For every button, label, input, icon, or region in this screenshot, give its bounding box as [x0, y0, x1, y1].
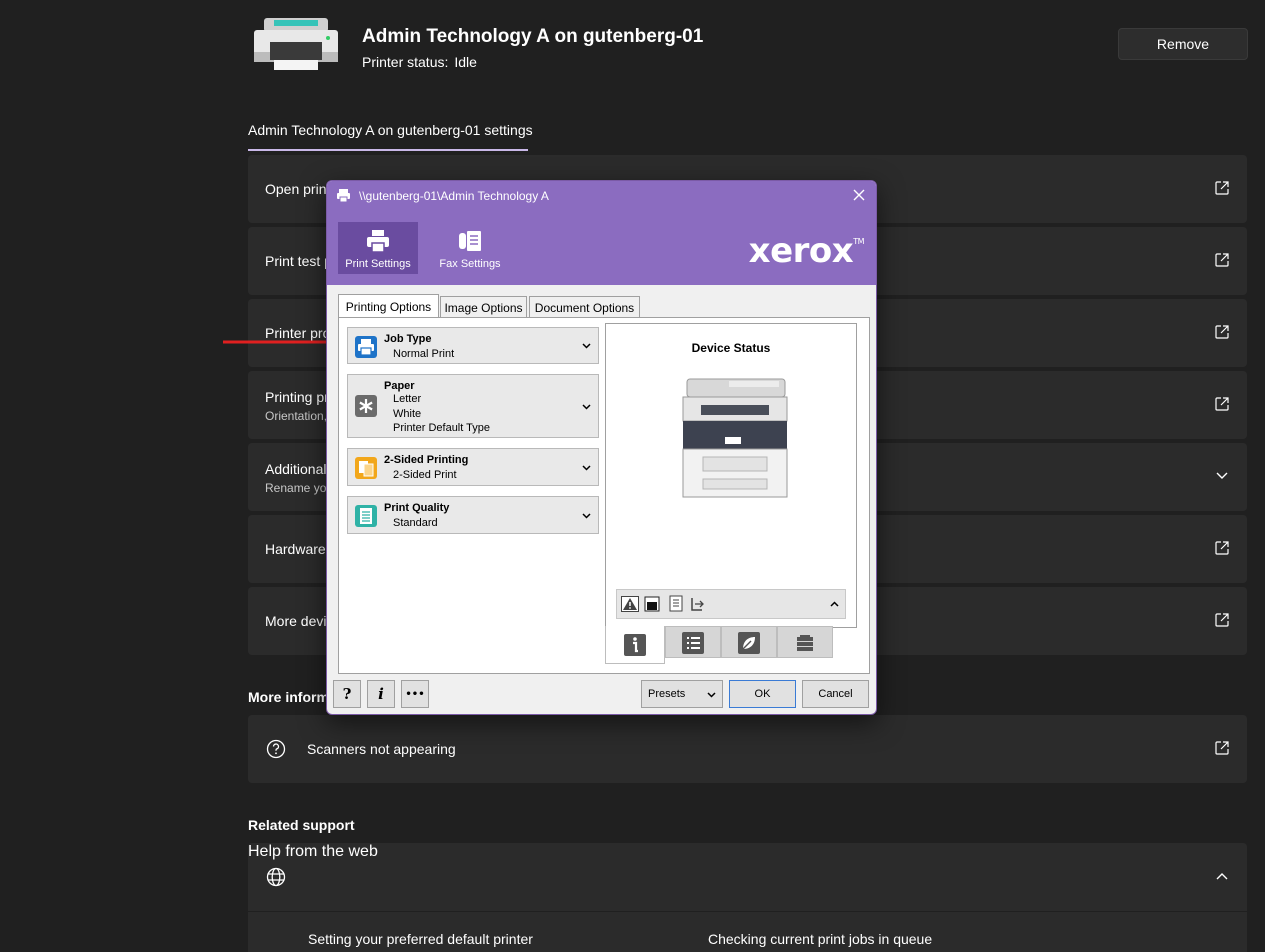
printing-options-panel: Job Type Normal Print Paper Letter White… — [338, 317, 870, 674]
xerox-print-dialog: \\gutenberg-01\Admin Technology A Print … — [326, 180, 877, 715]
info-button[interactable]: i — [367, 680, 395, 708]
more-button[interactable]: ••• — [401, 680, 429, 708]
chevron-down-icon — [707, 692, 716, 698]
tab-eco[interactable] — [721, 626, 777, 658]
help-from-web-title: Help from the web — [248, 843, 378, 860]
printer-name: Admin Technology A on gutenberg-01 — [362, 26, 704, 47]
tab-device-info[interactable] — [605, 626, 665, 664]
xerox-logo: xeroxTM — [748, 231, 865, 271]
help-button[interactable]: ? — [333, 680, 361, 708]
job-type-label: Job Type — [384, 333, 432, 345]
external-link-icon — [1215, 541, 1229, 555]
toner-icon[interactable] — [644, 596, 660, 612]
warning-icon[interactable] — [621, 596, 639, 612]
device-status-title: Device Status — [691, 341, 771, 355]
tab-document-options[interactable]: Document Options — [529, 296, 640, 318]
two-sided-dropdown[interactable]: 2-Sided Printing 2-Sided Print — [347, 448, 599, 486]
presets-select[interactable]: Presets — [641, 680, 723, 708]
chevron-up-icon[interactable] — [830, 601, 839, 607]
card-scanners-not-appearing[interactable]: Scanners not appearing — [248, 715, 1247, 783]
print-quality-value: Standard — [393, 517, 438, 529]
external-link-icon — [1215, 613, 1229, 627]
chevron-down-icon — [582, 343, 591, 349]
chevron-down-icon[interactable] — [1215, 471, 1229, 481]
dialog-titlebar: \\gutenberg-01\Admin Technology A — [327, 181, 876, 211]
print-settings-label: Print Settings — [345, 258, 411, 270]
external-link-icon — [1215, 181, 1229, 195]
printer-icon — [367, 230, 389, 253]
device-printer-image — [682, 378, 788, 498]
paper-dropdown[interactable]: Paper Letter White Printer Default Type — [347, 374, 599, 438]
printer-status-value: Idle — [454, 54, 477, 70]
printer-icon — [337, 189, 350, 203]
job-type-value: Normal Print — [393, 348, 455, 360]
job-type-icon — [355, 336, 377, 358]
chevron-down-icon — [582, 465, 591, 471]
help-links: Setting your preferred default printer C… — [248, 912, 1247, 952]
two-sided-icon — [355, 457, 377, 479]
dialog-title: \\gutenberg-01\Admin Technology A — [359, 189, 549, 203]
help-link[interactable]: Checking current print jobs in queue — [708, 931, 932, 947]
help-link[interactable]: Setting your preferred default printer — [308, 931, 533, 947]
print-quality-dropdown[interactable]: Print Quality Standard — [347, 496, 599, 534]
fax-icon — [459, 231, 481, 251]
globe-icon — [266, 867, 286, 887]
two-sided-value: 2-Sided Print — [393, 469, 457, 481]
printer-status: Printer status: Idle — [362, 54, 477, 70]
card-title: Scanners not appearing — [307, 741, 456, 757]
print-quality-icon — [355, 505, 377, 527]
settings-tab-underline — [248, 149, 528, 151]
fax-settings-button[interactable]: Fax Settings — [430, 222, 510, 274]
chevron-up-icon[interactable] — [1215, 871, 1229, 881]
external-link-icon — [1215, 741, 1229, 755]
printer-icon — [254, 18, 338, 70]
chevron-down-icon — [582, 513, 591, 519]
xerox-trademark: TM — [853, 237, 864, 246]
ok-button[interactable]: OK — [729, 680, 796, 708]
presets-label: Presets — [648, 688, 686, 700]
print-quality-label: Print Quality — [384, 502, 450, 514]
printer-status-label: Printer status: — [362, 54, 449, 70]
paper-tray-icon[interactable] — [668, 595, 686, 613]
help-from-web-card[interactable]: Help from the web — [248, 843, 1247, 911]
paper-label: Paper — [384, 380, 415, 392]
print-settings-button[interactable]: Print Settings — [338, 222, 418, 274]
external-link-icon — [1215, 253, 1229, 267]
external-link-icon — [1215, 325, 1229, 339]
list-icon — [682, 632, 704, 654]
paper-size-value: Letter — [393, 393, 422, 405]
tab-job-list[interactable] — [665, 626, 721, 658]
help-circle-icon — [266, 739, 286, 759]
xerox-logo-text: xerox — [748, 231, 854, 271]
tab-image-options[interactable]: Image Options — [440, 296, 527, 318]
device-status-panel: Device Status — [605, 323, 857, 628]
tab-trays[interactable] — [777, 626, 833, 658]
related-support-heading: Related support — [248, 817, 355, 833]
paper-icon — [355, 395, 377, 417]
paper-type-value: Printer Default Type — [393, 422, 491, 434]
cancel-button[interactable]: Cancel — [802, 680, 869, 708]
external-link-icon — [1215, 397, 1229, 411]
printer-header: Admin Technology A on gutenberg-01 Print… — [252, 14, 1248, 74]
device-status-toolbar — [616, 589, 846, 619]
info-icon — [624, 634, 646, 656]
two-sided-label: 2-Sided Printing — [384, 454, 469, 466]
dialog-banner: Print Settings Fax Settings xeroxTM — [327, 211, 876, 285]
paper-color-value: White — [393, 408, 422, 420]
fax-settings-label: Fax Settings — [439, 258, 501, 270]
remove-button[interactable]: Remove — [1118, 28, 1248, 60]
output-tray-icon[interactable] — [689, 596, 705, 612]
tray-stack-icon — [797, 635, 813, 651]
job-type-dropdown[interactable]: Job Type Normal Print — [347, 327, 599, 364]
leaf-icon — [738, 632, 760, 654]
chevron-down-icon — [582, 404, 591, 410]
tab-printing-options[interactable]: Printing Options — [338, 294, 439, 318]
settings-tab[interactable]: Admin Technology A on gutenberg-01 setti… — [248, 122, 533, 138]
close-icon[interactable] — [851, 187, 867, 203]
